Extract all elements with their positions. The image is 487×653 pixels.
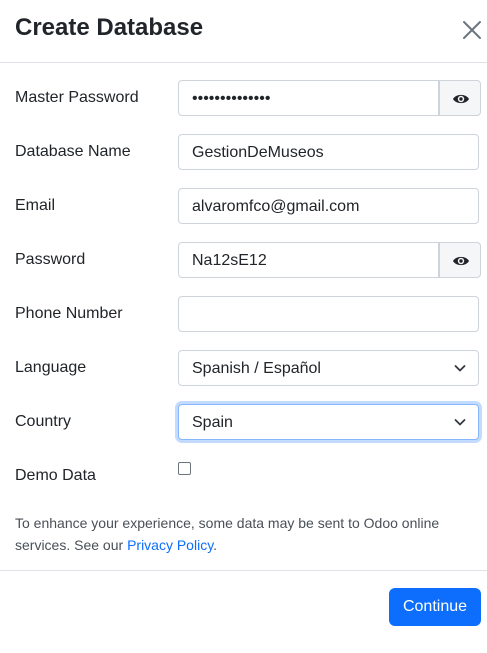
demo-data-checkbox[interactable] (178, 462, 191, 475)
privacy-notice-end: . (213, 537, 218, 553)
phone-number-field[interactable] (178, 296, 479, 332)
database-name-row: Database Name GestionDeMuseos (0, 134, 487, 172)
email-row: Email alvaromfco@gmail.com (0, 188, 487, 226)
master-password-field[interactable]: •••••••••••••• (178, 80, 439, 116)
eye-icon (453, 94, 469, 104)
close-icon (463, 21, 481, 39)
eye-icon (453, 256, 469, 266)
language-select[interactable]: Spanish / Español (178, 350, 479, 386)
database-name-field[interactable]: GestionDeMuseos (178, 134, 479, 170)
country-select[interactable]: Spain (178, 404, 479, 440)
master-password-toggle-button[interactable] (439, 80, 481, 116)
language-row: Language Spanish / Español (0, 350, 487, 388)
email-label: Email (15, 197, 56, 214)
country-value: Spain (192, 414, 233, 431)
privacy-notice: To enhance your experience, some data ma… (15, 512, 475, 556)
phone-number-input[interactable] (179, 297, 478, 331)
master-password-value: •••••••••••••• (192, 90, 271, 107)
password-value: Na12sE12 (192, 252, 267, 269)
language-label: Language (15, 359, 87, 376)
language-value: Spanish / Español (192, 360, 321, 377)
dialog-header: Create Database (0, 0, 487, 63)
database-name-label: Database Name (15, 143, 131, 160)
password-label: Password (15, 251, 86, 268)
demo-data-label: Demo Data (15, 467, 96, 484)
dialog-footer: Continue (0, 570, 487, 653)
phone-number-row: Phone Number (0, 296, 487, 334)
country-label: Country (15, 413, 72, 430)
phone-number-label: Phone Number (15, 305, 123, 322)
dialog-title: Create Database (15, 14, 204, 41)
chevron-down-icon (454, 365, 466, 372)
email-value: alvaromfco@gmail.com (192, 198, 360, 215)
privacy-policy-link[interactable]: Privacy Policy (127, 537, 213, 553)
master-password-row: Master Password •••••••••••••• (0, 80, 487, 118)
email-field[interactable]: alvaromfco@gmail.com (178, 188, 479, 224)
database-name-value: GestionDeMuseos (192, 144, 324, 161)
privacy-notice-text: To enhance your experience, some data ma… (15, 515, 440, 553)
password-row: Password Na12sE12 (0, 242, 487, 280)
continue-button[interactable]: Continue (389, 588, 481, 626)
country-row: Country Spain (0, 404, 487, 442)
create-database-dialog: Create Database Master Password ••••••••… (0, 0, 487, 652)
demo-data-row: Demo Data (0, 458, 487, 496)
password-toggle-button[interactable] (439, 242, 481, 278)
chevron-down-icon (454, 419, 466, 426)
password-field[interactable]: Na12sE12 (178, 242, 439, 278)
master-password-label: Master Password (15, 89, 139, 106)
close-button[interactable] (458, 16, 486, 44)
